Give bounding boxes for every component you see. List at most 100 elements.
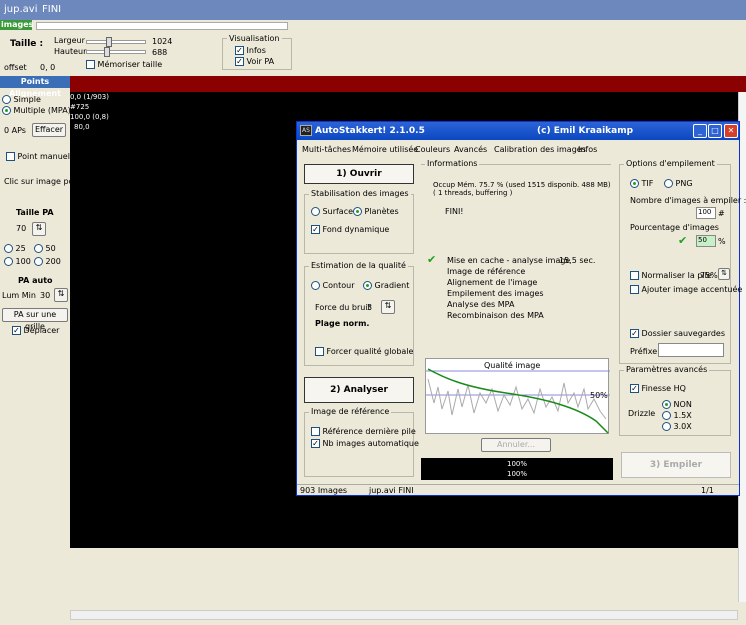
dialog-statusbar: 903 Images jup.avi FINI 1/1 bbox=[297, 484, 739, 495]
main-titlebar: jup.avi FINI bbox=[0, 0, 746, 20]
infos-row[interactable]: ✓ Infos bbox=[235, 46, 266, 55]
menu-avances[interactable]: Avancés bbox=[454, 145, 487, 154]
largeur-value: 1024 bbox=[152, 37, 173, 46]
ajouter-row[interactable]: Ajouter image accentuée bbox=[630, 285, 742, 294]
overlay-line2: 100,0 (0,8) bbox=[70, 113, 109, 121]
nb-images-input[interactable]: 100 bbox=[696, 207, 716, 219]
ouvrir-button[interactable]: 1) Ouvrir bbox=[304, 164, 414, 184]
hash-label: # bbox=[718, 209, 725, 218]
normaliser-spinner[interactable]: ⇅ bbox=[718, 268, 730, 280]
quality-graph: Qualité image 50% bbox=[425, 358, 610, 434]
stabilisation-title: Stabilisation des images bbox=[309, 189, 411, 198]
check-icon: ✔ bbox=[427, 253, 437, 266]
fond-dynamique-row[interactable]: ✓ Fond dynamique bbox=[311, 225, 389, 234]
step-1-time: 15,5 sec. bbox=[559, 256, 596, 265]
memoriser-row[interactable]: Mémoriser taille bbox=[86, 60, 162, 69]
x30-radio[interactable]: 3.0X bbox=[662, 422, 692, 431]
gradient-radio[interactable]: Gradient bbox=[363, 281, 409, 290]
nb-images-auto-row[interactable]: ✓ Nb images automatique bbox=[311, 439, 419, 448]
taille-pa-value: 70 bbox=[16, 224, 27, 233]
autostakkert-dialog: AS AutoStakkert! 2.1.0.5 (c) Emil Kraaik… bbox=[296, 121, 746, 496]
pourcentage-input[interactable]: 50 bbox=[696, 235, 716, 247]
planetes-radio[interactable]: Planètes bbox=[353, 207, 399, 216]
close-icon[interactable]: ✕ bbox=[724, 124, 738, 138]
voir-pa-row[interactable]: ✓ Voir PA bbox=[235, 57, 274, 66]
offset-value: 0, 0 bbox=[40, 63, 56, 72]
menu-infos[interactable]: Infos bbox=[578, 145, 597, 154]
menu-memoire[interactable]: Mémoire utilisée bbox=[352, 145, 418, 154]
finesse-row[interactable]: ✓ Finesse HQ bbox=[630, 384, 686, 393]
hauteur-slider[interactable] bbox=[86, 50, 146, 54]
simple-radio[interactable]: Simple bbox=[2, 95, 41, 104]
infos-checkbox[interactable]: ✓ bbox=[235, 46, 244, 55]
reference-group: Image de référence Référence dernière pi… bbox=[304, 407, 419, 477]
r100-radio[interactable]: 100 bbox=[4, 257, 31, 266]
lum-spinner[interactable]: ⇅ bbox=[54, 288, 68, 302]
taille-label: Taille : bbox=[10, 39, 44, 49]
hauteur-thumb[interactable] bbox=[104, 47, 110, 57]
dialog-copyright: (c) Emil Kraaikamp bbox=[537, 126, 634, 136]
step-4-label: Empilement des images bbox=[447, 289, 544, 298]
prefixe-input[interactable] bbox=[658, 343, 724, 357]
largeur-slider[interactable] bbox=[86, 40, 146, 44]
options-group: Options d'empilement TIF PNG Nombre d'im… bbox=[619, 159, 746, 364]
step-3-label: Alignement de l'image bbox=[447, 278, 538, 287]
menu-couleurs[interactable]: Couleurs bbox=[415, 145, 450, 154]
largeur-thumb[interactable] bbox=[106, 37, 112, 47]
window-status: FINI bbox=[42, 4, 62, 15]
minimize-icon[interactable]: _ bbox=[693, 124, 707, 138]
progress-2: 100% bbox=[507, 470, 528, 478]
force-bruit-label: Force du bruit bbox=[315, 303, 371, 312]
pa-grille-button[interactable]: PA sur une grille bbox=[2, 308, 68, 331]
r25-radio[interactable]: 25 bbox=[4, 244, 26, 253]
drizzle-label: Drizzle bbox=[628, 409, 656, 418]
surface-radio[interactable]: Surface bbox=[311, 207, 353, 216]
progress-bar bbox=[36, 22, 288, 30]
r200-radio[interactable]: 200 bbox=[34, 257, 61, 266]
forcer-qualite-row[interactable]: Forcer qualité globale bbox=[315, 347, 413, 356]
non-radio[interactable]: NON bbox=[662, 400, 692, 409]
overlay-text: 0,0 (1/903) #725 100,0 (0,8) 80,0 bbox=[70, 92, 130, 131]
contour-radio[interactable]: Contour bbox=[311, 281, 355, 290]
pourcentage-label: Pourcentage d'images bbox=[630, 223, 719, 232]
empiler-button[interactable]: 3) Empiler bbox=[621, 452, 731, 478]
voir-pa-checkbox[interactable]: ✓ bbox=[235, 57, 244, 66]
menu-multitaches[interactable]: Multi-tâches bbox=[302, 145, 351, 154]
largeur-label: Largeur bbox=[54, 36, 85, 45]
options-title: Options d'empilement bbox=[624, 159, 717, 168]
visualisation-group: Visualisation ✓ Infos ✓ Voir PA bbox=[222, 34, 292, 70]
pct50-label: 50% bbox=[590, 391, 608, 400]
effacer-button[interactable]: Effacer bbox=[32, 123, 66, 137]
taille-spinner[interactable]: ⇅ bbox=[32, 222, 46, 236]
x15-radio[interactable]: 1.5X bbox=[662, 411, 692, 420]
dossier-row[interactable]: ✓ Dossier sauvegardes bbox=[630, 329, 725, 338]
png-radio[interactable]: PNG bbox=[664, 179, 693, 188]
multiple-radio[interactable]: Multiple (MPA) bbox=[2, 106, 71, 115]
point-manuel-row[interactable]: Point manuel bbox=[6, 152, 70, 161]
step-1-label: Mise en cache - analyse image bbox=[447, 256, 571, 265]
force-bruit-value: 3 bbox=[367, 303, 373, 312]
maximize-icon[interactable]: □ bbox=[708, 124, 722, 138]
left-panel: Points Alignement Simple Multiple (MPA) … bbox=[0, 76, 82, 341]
horizontal-scrollbar[interactable] bbox=[70, 610, 738, 620]
app-icon: AS bbox=[300, 125, 312, 136]
dialog-title: AutoStakkert! 2.1.0.5 bbox=[315, 126, 425, 136]
analyser-button[interactable]: 2) Analyser bbox=[304, 377, 414, 403]
lum-min-value: 30 bbox=[40, 291, 51, 300]
memoriser-checkbox[interactable] bbox=[86, 60, 95, 69]
points-alignement-title: Points Alignement bbox=[0, 76, 70, 98]
menu-calibration[interactable]: Calibration des images bbox=[494, 145, 586, 154]
plage-norm-label: Plage norm. bbox=[315, 319, 370, 328]
ref-derniere-row[interactable]: Référence dernière pile bbox=[311, 427, 416, 436]
deplacer-row[interactable]: ✓ Déplacer bbox=[12, 326, 59, 335]
force-spinner[interactable]: ⇅ bbox=[381, 300, 395, 314]
annuler-button[interactable]: Annuler... bbox=[481, 438, 551, 452]
r50-radio[interactable]: 50 bbox=[34, 244, 56, 253]
normaliser-value: 75% bbox=[700, 271, 718, 280]
images-tab[interactable]: images bbox=[0, 20, 33, 30]
reference-title: Image de référence bbox=[309, 407, 392, 416]
check-icon-pct: ✔ bbox=[678, 234, 688, 247]
quality-graph-svg bbox=[426, 368, 610, 434]
bottom-area bbox=[70, 548, 738, 610]
tif-radio[interactable]: TIF bbox=[630, 179, 653, 188]
